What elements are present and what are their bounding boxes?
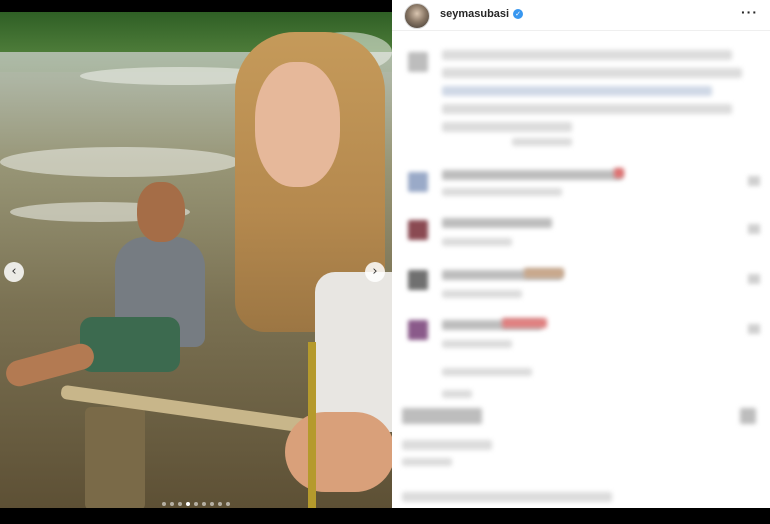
carousel-dot: [210, 502, 214, 506]
caption-meta: [512, 138, 572, 146]
caption-line: [442, 104, 732, 114]
caption-line: [442, 68, 742, 78]
like-icon[interactable]: [748, 224, 760, 234]
like-icon[interactable]: [748, 176, 760, 186]
comment-meta: [442, 290, 522, 298]
like-icon[interactable]: [748, 324, 760, 334]
woman-face: [255, 62, 340, 187]
caption-line: [442, 86, 712, 96]
comment-text: [442, 170, 622, 180]
man-head: [137, 182, 185, 242]
carousel-dot: [194, 502, 198, 506]
carousel-dot: [202, 502, 206, 506]
caption-avatar[interactable]: [408, 52, 428, 72]
carousel-dot: [162, 502, 166, 506]
post-media[interactable]: ‹ ›: [0, 12, 392, 510]
woman-arm: [285, 412, 392, 492]
post-side-panel: seymasubasi ✓ ···: [392, 0, 770, 524]
comment-emoji: [524, 268, 564, 278]
comment-avatar[interactable]: [408, 270, 428, 290]
top-bar: [0, 0, 392, 12]
comment-meta: [442, 188, 562, 196]
woman-shirt: [315, 272, 392, 432]
comment-meta: [442, 390, 472, 398]
carousel-dot: [170, 502, 174, 506]
action-icons[interactable]: [402, 408, 482, 424]
bookmark-icon[interactable]: [740, 408, 756, 424]
post-viewer: ‹ › seymasubasi ✓ ···: [0, 0, 770, 524]
carousel-dot: [218, 502, 222, 506]
likes-count: [402, 440, 492, 450]
comment-emoji: [614, 168, 624, 178]
comment-avatar[interactable]: [408, 320, 428, 340]
bottom-bar: [0, 508, 770, 524]
foam: [0, 147, 240, 177]
comment-meta: [442, 238, 512, 246]
bamboo-pole: [308, 342, 316, 510]
comment-input[interactable]: [402, 492, 612, 502]
comment-meta: [442, 340, 512, 348]
chevron-right-icon[interactable]: ›: [365, 262, 385, 282]
man-shorts: [80, 317, 180, 372]
carousel-dot: [226, 502, 230, 506]
comment-avatar[interactable]: [408, 220, 428, 240]
comment-text: [442, 218, 552, 228]
verified-badge-icon: ✓: [513, 9, 523, 19]
post-header: seymasubasi ✓ ···: [392, 0, 770, 31]
post-date: [402, 458, 452, 466]
raft: [85, 407, 145, 510]
person-man: [3, 182, 245, 422]
avatar[interactable]: [404, 3, 430, 29]
caption-line: [442, 50, 732, 60]
comment-emoji: [502, 318, 547, 328]
like-icon[interactable]: [748, 274, 760, 284]
caption-line: [442, 122, 572, 132]
carousel-indicator: [162, 502, 230, 506]
carousel-dot: [178, 502, 182, 506]
view-replies[interactable]: [442, 368, 532, 376]
carousel-dot: [186, 502, 190, 506]
more-options-icon[interactable]: ···: [741, 4, 758, 20]
chevron-left-icon[interactable]: ‹: [4, 262, 24, 282]
username-link[interactable]: seymasubasi: [440, 8, 509, 20]
comment-avatar[interactable]: [408, 172, 428, 192]
